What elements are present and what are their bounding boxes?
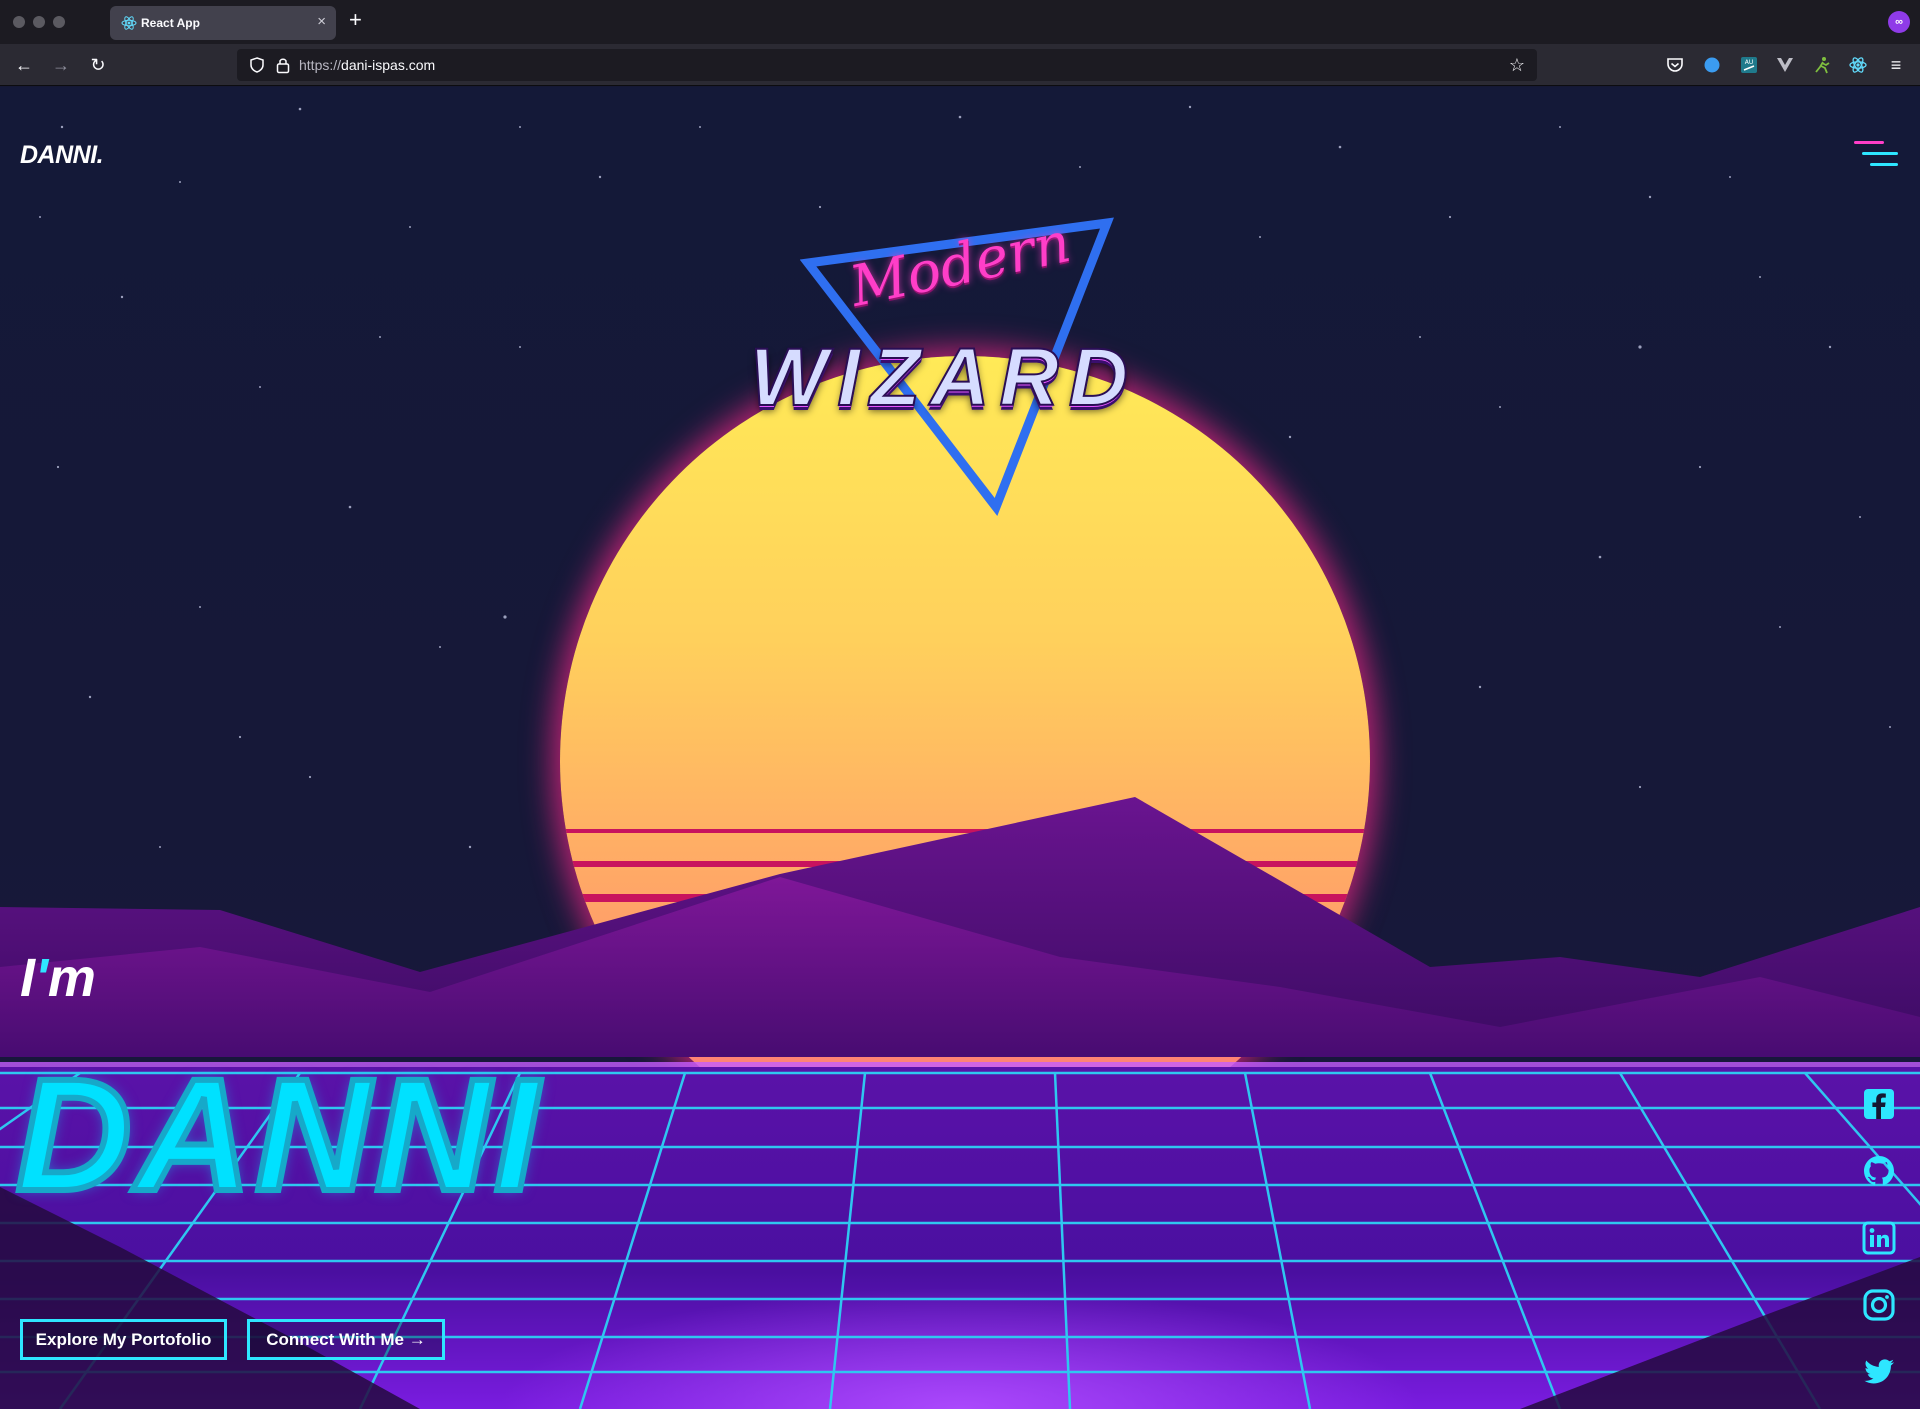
site-logo[interactable]: DANNI. [20,141,104,170]
github-icon[interactable] [1862,1154,1896,1188]
instagram-icon[interactable] [1862,1288,1896,1322]
hamburger-menu-icon[interactable]: ≡ [1884,53,1908,77]
url-text[interactable]: https://dani-ispas.com [299,57,435,73]
new-tab-button[interactable]: + [349,9,362,31]
intro-apostrophe: ' [35,948,48,1008]
facebook-icon[interactable] [1862,1087,1896,1121]
runner-extension-icon[interactable] [1812,55,1832,75]
explore-portfolio-button[interactable]: Explore My Portofolio [20,1319,227,1360]
url-scheme: https:// [299,57,342,73]
badge-title-text: WIZARD [749,331,1138,424]
back-arrow-icon[interactable]: ← [12,53,36,77]
url-bar[interactable]: https://dani-ispas.com ☆ [237,49,1537,81]
connect-button[interactable]: Connect With Me → [247,1319,445,1360]
react-devtools-icon[interactable] [1848,55,1868,75]
linkedin-icon[interactable] [1862,1221,1896,1255]
intro-suffix: m [47,948,96,1008]
reload-icon[interactable]: ↻ [86,53,110,77]
tab-title: React App [141,16,200,30]
twitter-icon[interactable] [1862,1355,1896,1389]
browser-nav-bar: ← → ↻ https://dani-ispas.com ☆ AU ≡ [0,44,1920,86]
window-minimize-button[interactable] [33,16,45,28]
react-icon [121,16,137,30]
window-close-button[interactable] [13,16,25,28]
forward-arrow-icon[interactable]: → [49,53,73,77]
window-zoom-button[interactable] [53,16,65,28]
hero-section: DANNI. Modern WIZARD I'm DANNI Explore M… [0,87,1920,1409]
au-translate-extension-icon[interactable]: AU [1739,55,1759,75]
blue-dot-extension-icon[interactable] [1702,55,1722,75]
svg-text:AU: AU [1745,59,1754,66]
hero-name: DANNI [13,1045,543,1224]
tab-close-icon[interactable]: × [317,13,326,30]
intro-text: I'm [20,947,96,1009]
vue-devtools-icon[interactable] [1775,55,1795,75]
pocket-icon[interactable] [1665,55,1685,75]
browser-tab-bar: React App × + ∞ [0,0,1920,44]
bookmark-star-icon[interactable]: ☆ [1509,55,1525,76]
menu-toggle-icon[interactable] [1854,139,1900,169]
private-browsing-icon[interactable]: ∞ [1888,11,1910,33]
lock-icon[interactable] [275,56,291,74]
tab-react-app[interactable]: React App × [110,6,336,40]
url-domain: dani-ispas.com [341,57,436,73]
intro-prefix: I [20,948,36,1008]
tracking-shield-icon[interactable] [249,57,265,73]
